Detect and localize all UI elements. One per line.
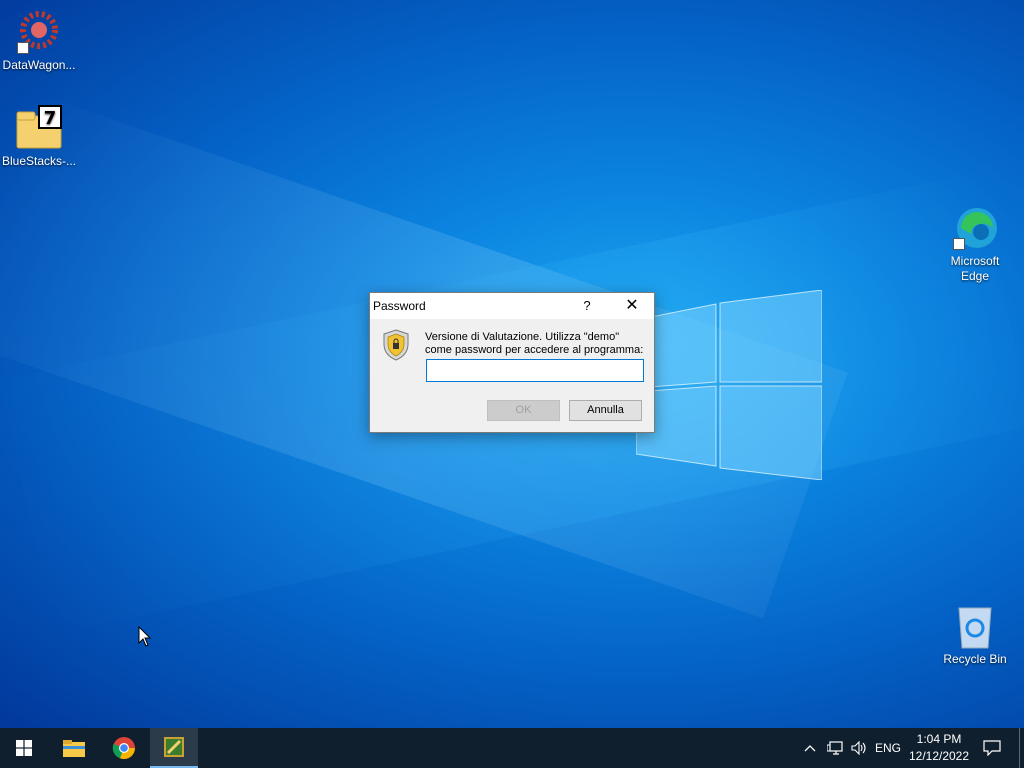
dialog-title-bar[interactable]: Password ? ✕ xyxy=(370,293,654,319)
desktop-icon-label: DataWagon... xyxy=(2,58,76,72)
windows-start-icon xyxy=(16,740,32,756)
start-button[interactable] xyxy=(0,728,48,768)
network-button[interactable] xyxy=(824,728,846,768)
desktop-icon-recycle-bin[interactable]: Recycle Bin xyxy=(936,602,1014,667)
action-center-button[interactable] xyxy=(978,728,1006,768)
clock[interactable]: 1:04 PM 12/12/2022 xyxy=(906,731,972,765)
svg-text:7: 7 xyxy=(44,108,57,129)
desktop-icon-edge[interactable]: Microsoft Edge xyxy=(936,204,1014,284)
desktop-icon-datawagon[interactable]: DataWagon... xyxy=(0,8,78,73)
windows-logo-wallpaper xyxy=(636,290,822,480)
desktop: DataWagon... 7 BlueStacks-... Microsoft … xyxy=(0,0,1024,728)
folder-icon xyxy=(63,740,85,757)
desktop-icon-label: BlueStacks-... xyxy=(1,154,77,168)
password-dialog: Password ? ✕ Versione di Valutazione. Ut… xyxy=(369,292,655,433)
volume-button[interactable] xyxy=(848,728,870,768)
taskbar: ENG 1:04 PM 12/12/2022 xyxy=(0,728,1024,768)
security-shield-icon xyxy=(383,329,409,361)
app-icon xyxy=(164,737,184,757)
network-icon xyxy=(827,741,843,755)
password-input[interactable] xyxy=(426,359,644,382)
close-button[interactable]: ✕ xyxy=(610,293,654,319)
desktop-icon-label: Microsoft Edge xyxy=(950,254,1000,283)
input-language-indicator[interactable]: ENG xyxy=(872,728,904,768)
edge-icon xyxy=(951,204,999,252)
mouse-cursor-icon xyxy=(138,626,152,647)
chrome-icon xyxy=(112,737,136,760)
taskbar-chrome[interactable] xyxy=(100,728,148,768)
notification-icon xyxy=(983,740,1001,756)
taskbar-file-explorer[interactable] xyxy=(50,728,98,768)
clock-date: 12/12/2022 xyxy=(908,749,970,763)
show-hidden-icons-button[interactable] xyxy=(800,728,820,768)
recycle-bin-icon xyxy=(951,602,999,650)
dialog-message: Versione di Valutazione. Utilizza "demo"… xyxy=(425,331,644,356)
taskbar-active-app[interactable] xyxy=(150,728,198,768)
cancel-button[interactable]: Annulla xyxy=(569,400,642,421)
desktop-icon-label: Recycle Bin xyxy=(943,652,1007,666)
desktop-icon-bluestacks[interactable]: 7 BlueStacks-... xyxy=(0,104,78,169)
clock-time: 1:04 PM xyxy=(916,732,962,746)
help-button[interactable]: ? xyxy=(576,293,598,319)
chevron-up-icon xyxy=(804,745,816,752)
shortcut-arrow-icon xyxy=(17,42,29,54)
shortcut-arrow-icon xyxy=(953,238,965,250)
archive-folder-icon: 7 xyxy=(15,104,63,152)
speaker-icon xyxy=(851,741,866,755)
gear-icon xyxy=(15,8,63,56)
show-desktop-button[interactable] xyxy=(1019,728,1024,768)
ok-button[interactable]: OK xyxy=(487,400,560,421)
dialog-title: Password xyxy=(373,299,426,313)
